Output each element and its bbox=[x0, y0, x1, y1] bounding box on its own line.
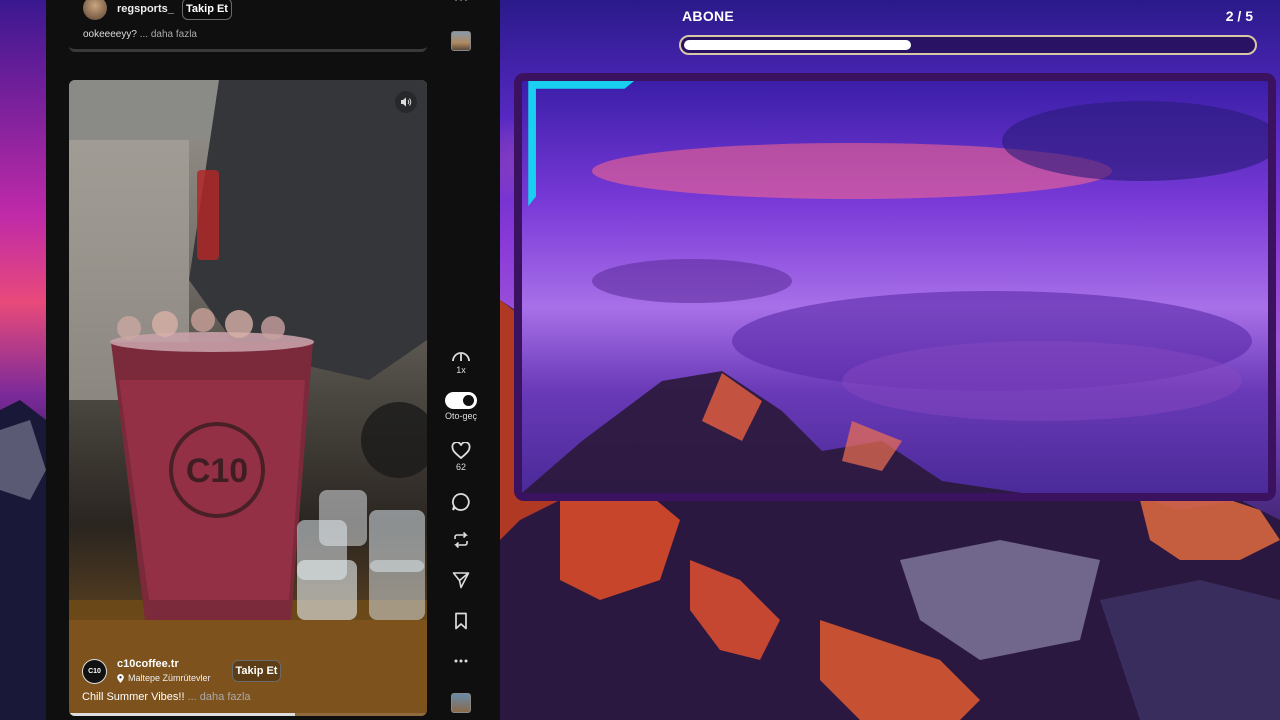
previous-post-card[interactable]: regsports_ Takip Et ookeeeeyy? ... daha … bbox=[69, 0, 427, 52]
more-icon bbox=[454, 0, 468, 1]
audio-thumbnail[interactable] bbox=[437, 693, 485, 713]
toggle-icon bbox=[445, 392, 477, 409]
autoplay-label: Oto-geç bbox=[444, 411, 477, 421]
bookmark-button[interactable] bbox=[437, 612, 485, 630]
previous-post-caption-text: ookeeeeyy? bbox=[83, 29, 137, 40]
action-rail: 1x Oto-geç 62 bbox=[437, 0, 485, 720]
webcam-sky-image bbox=[522, 81, 1268, 493]
speedometer-icon bbox=[452, 352, 470, 362]
previous-post-caption: ookeeeeyy? ... daha fazla bbox=[83, 29, 197, 40]
location-pin-icon bbox=[117, 673, 124, 683]
subscriber-goal-label: ABONE bbox=[682, 8, 735, 24]
subscriber-goal-fill bbox=[684, 40, 912, 50]
current-post-username[interactable]: c10coffee.tr bbox=[117, 658, 179, 670]
autoplay-toggle[interactable]: Oto-geç bbox=[437, 392, 485, 421]
current-post-avatar[interactable]: C10 bbox=[82, 659, 107, 684]
video-progress-bar[interactable] bbox=[69, 713, 427, 716]
subscriber-goal-count: 2 / 5 bbox=[1225, 8, 1253, 24]
heart-icon bbox=[451, 442, 471, 460]
previous-post-follow-button[interactable]: Takip Et bbox=[182, 0, 232, 20]
current-post-caption-text: Chill Summer Vibes!! bbox=[82, 691, 185, 703]
more-options-button[interactable] bbox=[437, 656, 485, 666]
wallpaper-left-strip bbox=[0, 0, 46, 720]
video-frame-image: C10 bbox=[69, 80, 427, 716]
current-post-caption: Chill Summer Vibes!! ... daha fazla bbox=[82, 691, 251, 703]
share-icon bbox=[452, 572, 470, 589]
current-post-location[interactable]: Maltepe Zümrütevler bbox=[117, 673, 211, 683]
cup-logo-text: C10 bbox=[186, 452, 248, 490]
like-count: 62 bbox=[455, 462, 466, 472]
like-button[interactable]: 62 bbox=[437, 442, 485, 472]
more-icon bbox=[454, 659, 468, 663]
repost-button[interactable] bbox=[437, 531, 485, 549]
current-post-follow-button[interactable]: Takip Et bbox=[232, 660, 281, 682]
previous-post-thumbnail[interactable] bbox=[437, 31, 485, 51]
thumbnail-image bbox=[451, 31, 471, 51]
share-button[interactable] bbox=[437, 571, 485, 589]
video-progress-fill bbox=[69, 713, 295, 716]
previous-post-more-link[interactable]: ... daha fazla bbox=[140, 29, 197, 40]
previous-post-avatar[interactable] bbox=[83, 0, 107, 20]
speaker-icon bbox=[401, 97, 412, 107]
mute-button[interactable] bbox=[395, 91, 417, 113]
repost-icon bbox=[454, 531, 468, 549]
webcam-frame bbox=[514, 73, 1276, 501]
speed-label: 1x bbox=[456, 365, 466, 375]
current-post-more-link[interactable]: ... daha fazla bbox=[188, 691, 251, 703]
subscriber-goal-bar bbox=[679, 35, 1257, 55]
bookmark-icon bbox=[455, 612, 467, 630]
comment-icon bbox=[452, 493, 470, 511]
comment-button[interactable] bbox=[437, 492, 485, 512]
video-player[interactable]: C10 C10 c10coffee.tr Maltepe Zümrütevler… bbox=[69, 80, 427, 716]
previous-post-username[interactable]: regsports_ bbox=[117, 3, 174, 15]
top-more-button[interactable] bbox=[437, 0, 485, 4]
audio-thumbnail-image bbox=[451, 693, 471, 713]
current-post-location-text: Maltepe Zümrütevler bbox=[128, 673, 211, 683]
speed-button[interactable]: 1x bbox=[437, 349, 485, 375]
